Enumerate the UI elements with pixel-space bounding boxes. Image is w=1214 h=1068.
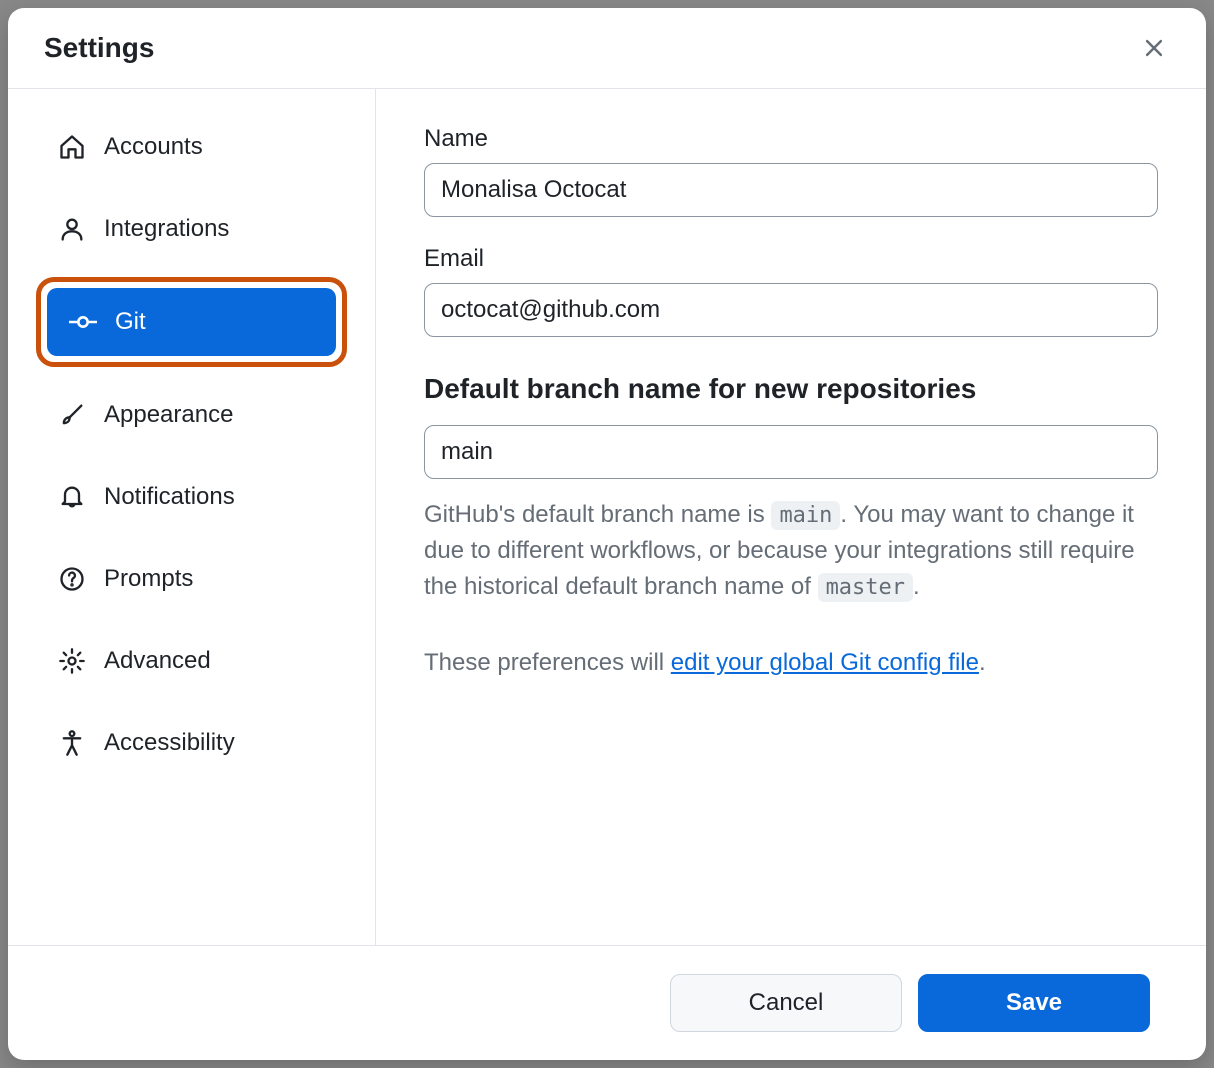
settings-content: Name Email Default branch name for new r…: [376, 89, 1206, 945]
question-circle-icon: [58, 565, 86, 593]
name-field-group: Name: [424, 125, 1158, 217]
sidebar-item-integrations[interactable]: Integrations: [36, 195, 347, 263]
settings-sidebar: Accounts Integrations Git: [8, 89, 376, 945]
sidebar-highlight: Git: [36, 277, 347, 367]
person-icon: [58, 215, 86, 243]
home-icon: [58, 133, 86, 161]
sidebar-item-appearance[interactable]: Appearance: [36, 381, 347, 449]
name-label: Name: [424, 125, 1158, 153]
sidebar-item-prompts[interactable]: Prompts: [36, 545, 347, 613]
sidebar-item-label: Notifications: [104, 483, 235, 511]
default-branch-help: GitHub's default branch name is main. Yo…: [424, 497, 1158, 605]
accessibility-icon: [58, 729, 86, 757]
modal-title: Settings: [44, 32, 154, 64]
sidebar-item-accessibility[interactable]: Accessibility: [36, 709, 347, 777]
help-text-part: GitHub's default branch name is: [424, 501, 771, 528]
email-label: Email: [424, 245, 1158, 273]
config-note-post: .: [979, 649, 986, 676]
git-commit-icon: [69, 308, 97, 336]
close-button[interactable]: [1138, 32, 1170, 64]
close-icon: [1143, 37, 1165, 59]
email-input[interactable]: [424, 283, 1158, 337]
sidebar-item-label: Prompts: [104, 565, 193, 593]
sidebar-item-label: Integrations: [104, 215, 229, 243]
sidebar-item-accounts[interactable]: Accounts: [36, 113, 347, 181]
code-main: main: [771, 501, 840, 530]
sidebar-item-label: Appearance: [104, 401, 233, 429]
code-master: master: [818, 573, 913, 602]
sidebar-item-git[interactable]: Git: [47, 288, 336, 356]
modal-footer: Cancel Save: [8, 945, 1206, 1060]
config-file-note: These preferences will edit your global …: [424, 645, 1158, 681]
modal-header: Settings: [8, 8, 1206, 89]
sidebar-item-label: Advanced: [104, 647, 211, 675]
settings-modal: Settings Accounts Integrations: [8, 8, 1206, 1060]
sidebar-item-advanced[interactable]: Advanced: [36, 627, 347, 695]
sidebar-item-label: Git: [115, 308, 146, 336]
email-field-group: Email: [424, 245, 1158, 337]
gear-icon: [58, 647, 86, 675]
edit-git-config-link[interactable]: edit your global Git config file: [671, 649, 979, 676]
paintbrush-icon: [58, 401, 86, 429]
config-note-pre: These preferences will: [424, 649, 671, 676]
sidebar-item-label: Accounts: [104, 133, 203, 161]
bell-icon: [58, 483, 86, 511]
cancel-button[interactable]: Cancel: [670, 974, 902, 1032]
modal-body: Accounts Integrations Git: [8, 89, 1206, 945]
name-input[interactable]: [424, 163, 1158, 217]
sidebar-item-label: Accessibility: [104, 729, 235, 757]
save-button[interactable]: Save: [918, 974, 1150, 1032]
sidebar-item-notifications[interactable]: Notifications: [36, 463, 347, 531]
default-branch-input[interactable]: [424, 425, 1158, 479]
default-branch-heading: Default branch name for new repositories: [424, 373, 1158, 405]
help-text-part: .: [913, 573, 920, 600]
